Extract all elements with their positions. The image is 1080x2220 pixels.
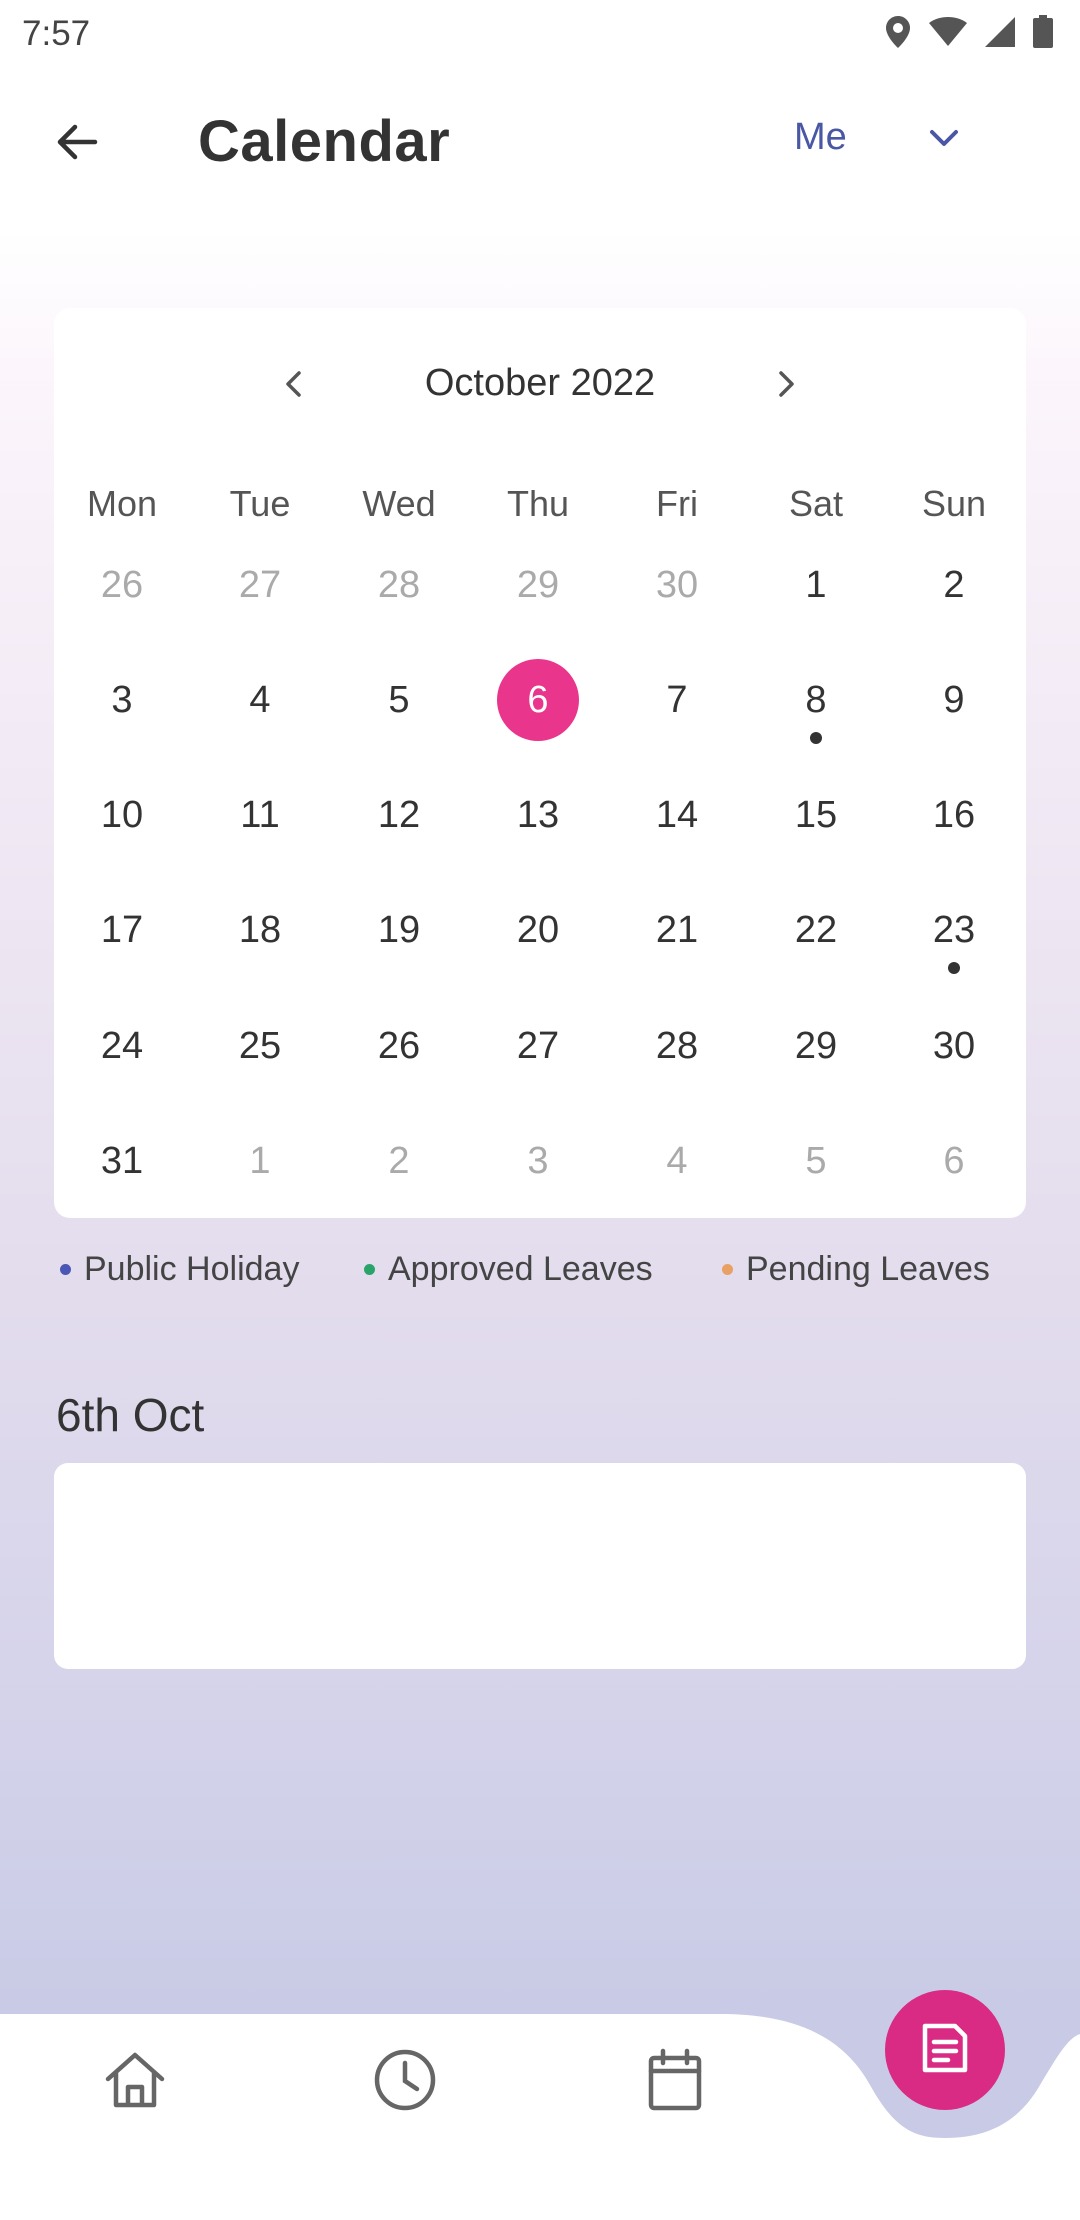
day-cell[interactable]: 29 <box>493 540 583 630</box>
day-cell[interactable]: 27 <box>215 540 305 630</box>
day-cell[interactable]: 22 <box>771 885 861 975</box>
document-icon <box>915 2018 975 2083</box>
day-cell[interactable]: 1 <box>215 1116 305 1206</box>
day-cell-selected[interactable]: 6 <box>497 659 579 741</box>
legend-dot <box>364 1264 375 1275</box>
status-icons <box>884 14 1054 50</box>
day-cell[interactable]: 16 <box>909 770 999 860</box>
day-cell[interactable]: 30 <box>632 540 722 630</box>
day-cell[interactable]: 6 <box>909 1116 999 1206</box>
selected-date-heading: 6th Oct <box>56 1389 205 1441</box>
day-cell[interactable]: 4 <box>632 1116 722 1206</box>
nav-home-button[interactable] <box>85 2032 185 2132</box>
legend-label: Approved Leaves <box>388 1250 653 1288</box>
legend-item: Pending Leaves <box>722 1250 990 1289</box>
chevron-right-icon <box>768 366 804 407</box>
weekday-label: Fri <box>656 483 698 524</box>
home-icon <box>100 2045 170 2120</box>
day-cell[interactable]: 26 <box>77 540 167 630</box>
battery-icon <box>1032 15 1054 49</box>
day-cell[interactable]: 17 <box>77 885 167 975</box>
weekday-label: Thu <box>506 483 570 524</box>
events-panel <box>54 1463 1026 1669</box>
day-cell[interactable]: 3 <box>493 1116 583 1206</box>
calendar-card: October 2022 Mon Tue Wed Thu Fri Sat Sun 26 27 2… <box>54 308 1026 1218</box>
weekday-label: Wed <box>362 483 436 524</box>
day-cell[interactable]: 5 <box>771 1116 861 1206</box>
day-cell[interactable]: 24 <box>77 1001 167 1091</box>
day-cell[interactable]: 31 <box>77 1116 167 1206</box>
user-selector-value: Me <box>794 116 847 158</box>
weekday-label: Sun <box>921 483 987 524</box>
day-cell[interactable]: 13 <box>493 770 583 860</box>
day-cell[interactable]: 11 <box>215 770 305 860</box>
day-cell[interactable]: 12 <box>354 770 444 860</box>
day-cell[interactable]: 2 <box>909 540 999 630</box>
month-label: October 2022 <box>424 362 656 404</box>
day-cell[interactable]: 10 <box>77 770 167 860</box>
legend-item: Public Holiday <box>60 1250 299 1289</box>
calendar-icon <box>640 2045 710 2120</box>
day-cell[interactable]: 25 <box>215 1001 305 1091</box>
back-button[interactable] <box>44 111 110 177</box>
legend-label: Pending Leaves <box>746 1250 990 1288</box>
day-cell[interactable]: 29 <box>771 1001 861 1091</box>
day-cell[interactable]: 27 <box>493 1001 583 1091</box>
day-cell[interactable]: 20 <box>493 885 583 975</box>
day-cell[interactable]: 9 <box>909 655 999 745</box>
day-cell[interactable]: 1 <box>771 540 861 630</box>
event-dot <box>948 962 960 974</box>
event-dot <box>810 732 822 744</box>
day-cell[interactable]: 18 <box>215 885 305 975</box>
legend-dot <box>722 1264 733 1275</box>
nav-history-button[interactable] <box>355 2032 455 2132</box>
location-icon <box>884 14 912 50</box>
legend: Public Holiday Approved Leaves Pending Lea… <box>0 1250 1080 1306</box>
signal-icon <box>984 16 1016 48</box>
day-cell[interactable]: 15 <box>771 770 861 860</box>
status-bar: 7:57 <box>0 0 1080 66</box>
page-title: Calendar <box>198 109 451 174</box>
weekday-header-row: Mon Tue Wed Thu Fri Sat Sun <box>54 483 1026 543</box>
arrow-left-icon <box>53 118 101 171</box>
weekday-label: Tue <box>229 483 291 524</box>
next-month-button[interactable] <box>756 356 816 416</box>
weekday-label: Sat <box>788 483 844 524</box>
month-navigation: October 2022 <box>54 348 1026 418</box>
day-cell[interactable]: 3 <box>77 655 167 745</box>
day-cell[interactable]: 21 <box>632 885 722 975</box>
day-cell[interactable]: 14 <box>632 770 722 860</box>
day-cell[interactable]: 4 <box>215 655 305 745</box>
day-cell[interactable]: 30 <box>909 1001 999 1091</box>
status-time: 7:57 <box>22 14 91 53</box>
clock-icon <box>370 2045 440 2120</box>
day-cell[interactable]: 28 <box>354 540 444 630</box>
nav-calendar-button[interactable] <box>625 2032 725 2132</box>
legend-item: Approved Leaves <box>364 1250 653 1289</box>
day-cell[interactable]: 26 <box>354 1001 444 1091</box>
day-cell[interactable]: 7 <box>632 655 722 745</box>
day-cell[interactable]: 2 <box>354 1116 444 1206</box>
wifi-icon <box>928 16 968 48</box>
weekday-label: Mon <box>86 483 158 524</box>
chevron-down-icon <box>924 118 964 163</box>
day-cell[interactable]: 28 <box>632 1001 722 1091</box>
app-header: Calendar Me <box>0 66 1080 226</box>
new-request-fab[interactable] <box>885 1990 1005 2110</box>
day-cell[interactable]: 19 <box>354 885 444 975</box>
legend-dot <box>60 1264 71 1275</box>
legend-label: Public Holiday <box>84 1250 300 1288</box>
user-selector-dropdown[interactable]: Me <box>780 106 1000 170</box>
day-cell[interactable]: 5 <box>354 655 444 745</box>
